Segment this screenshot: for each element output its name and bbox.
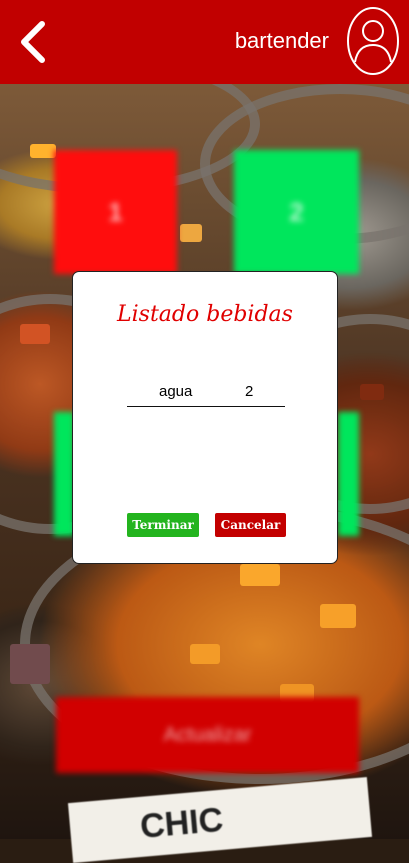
table-tile-1[interactable]: 1	[54, 150, 177, 274]
user-avatar-icon[interactable]	[346, 5, 400, 77]
app-header: bartender	[0, 0, 409, 84]
dialog-title: Listado bebidas	[117, 302, 293, 327]
drink-name: agua	[159, 383, 193, 400]
table-tile-4-partial[interactable]	[338, 412, 359, 536]
finish-button[interactable]: Terminar	[127, 513, 199, 537]
table-tile-3-partial[interactable]	[54, 412, 74, 536]
table-tile-2[interactable]: 2	[234, 150, 359, 274]
table-tile-label: 2	[289, 196, 304, 227]
drink-list-item: agua 2	[127, 382, 285, 407]
drinks-list-dialog: Listado bebidas agua 2 Terminar Cancelar	[72, 271, 338, 564]
update-button[interactable]: Actualizar	[56, 697, 359, 773]
user-name: bartender	[234, 28, 329, 53]
drink-quantity: 2	[245, 383, 254, 400]
finish-button-label: Terminar	[132, 518, 194, 532]
sign-text: CHIC	[138, 800, 225, 846]
chevron-left-icon[interactable]	[14, 18, 54, 66]
cancel-button-label: Cancelar	[220, 518, 281, 532]
cancel-button[interactable]: Cancelar	[215, 513, 286, 537]
table-tile-label: 1	[108, 196, 123, 227]
update-button-label: Actualizar	[163, 723, 252, 746]
